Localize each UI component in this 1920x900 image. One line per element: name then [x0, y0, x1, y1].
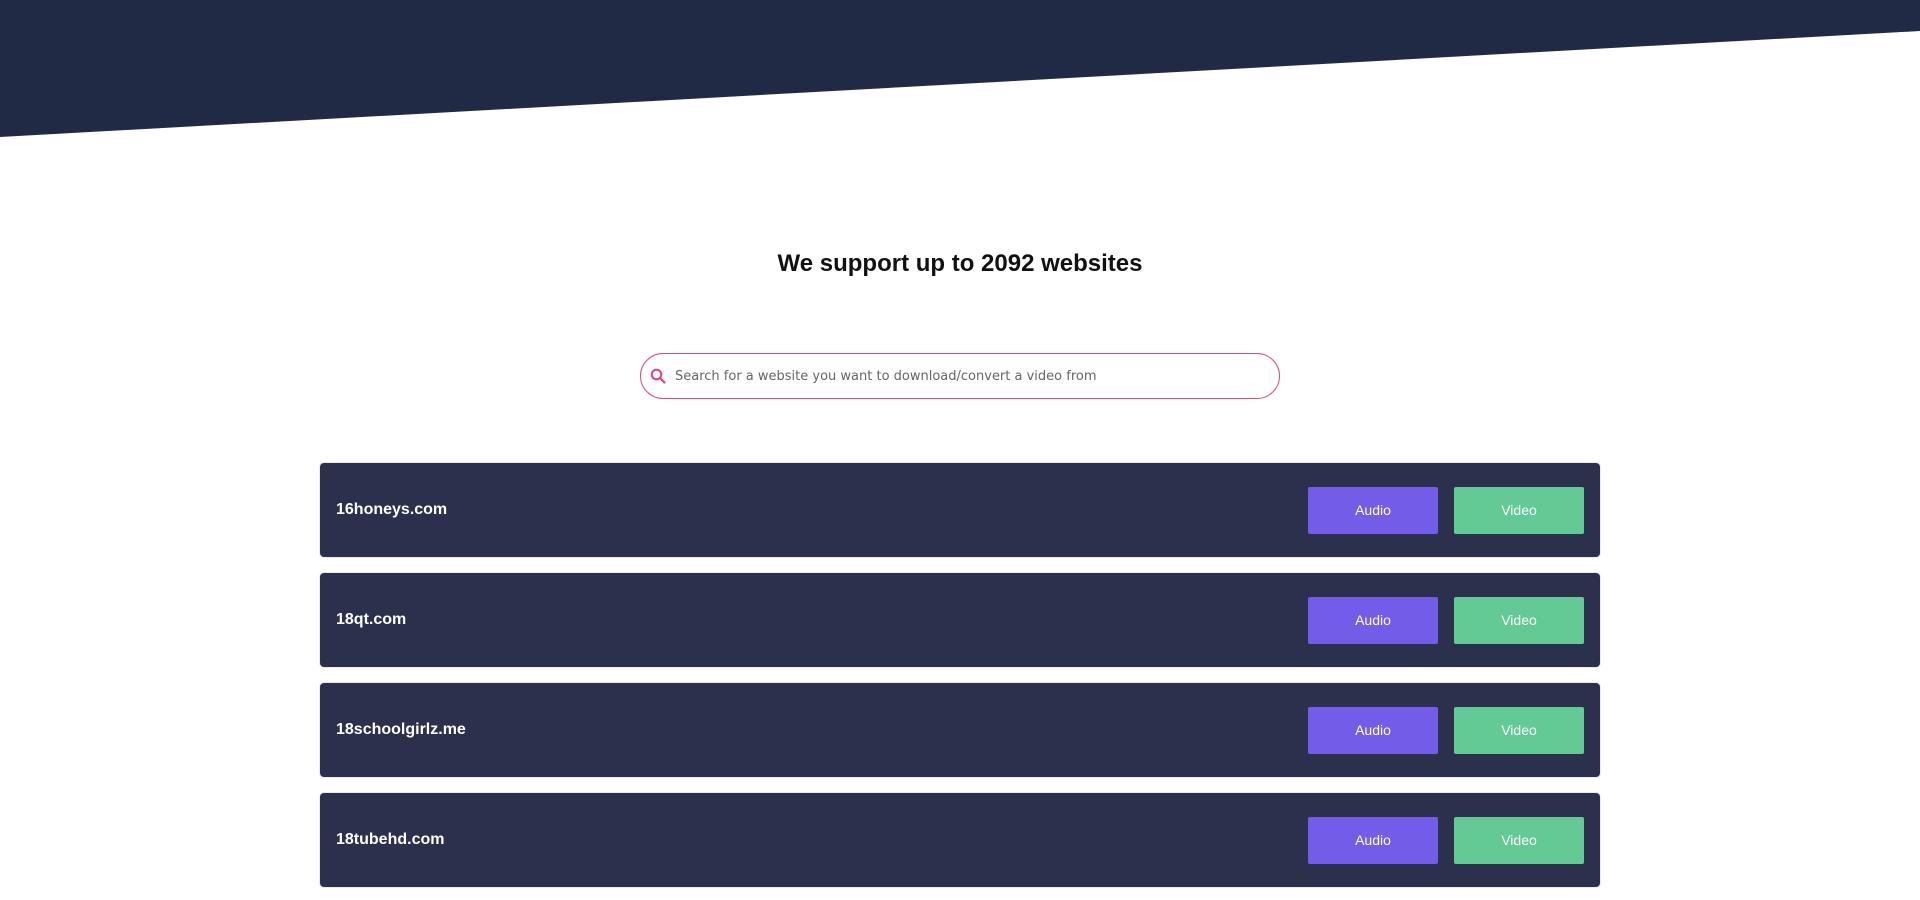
- site-name: 18schoolgirlz.me: [336, 721, 466, 738]
- banner-shape: [0, 0, 1920, 137]
- search-input[interactable]: [675, 368, 1265, 384]
- audio-button[interactable]: Audio: [1308, 486, 1438, 534]
- audio-button[interactable]: Audio: [1308, 816, 1438, 864]
- video-button[interactable]: Video: [1454, 596, 1584, 644]
- search-box[interactable]: [640, 353, 1280, 399]
- header-banner: [0, 0, 1920, 140]
- audio-button[interactable]: Audio: [1308, 596, 1438, 644]
- site-list: 16honeys.com Audio Video 18qt.com Audio …: [320, 463, 1600, 900]
- video-button[interactable]: Video: [1454, 486, 1584, 534]
- page: We support up to 2092 websites 16honeys.…: [0, 0, 1920, 900]
- search-icon: [650, 368, 666, 384]
- page-title: We support up to 2092 websites: [777, 250, 1143, 277]
- site-name: 18qt.com: [336, 611, 407, 628]
- list-item: 18qt.com Audio Video: [320, 573, 1600, 667]
- video-button[interactable]: Video: [1454, 816, 1584, 864]
- video-button[interactable]: Video: [1454, 706, 1584, 754]
- list-item: 18tubehd.com Audio Video: [320, 793, 1600, 887]
- list-item: 18schoolgirlz.me Audio Video: [320, 683, 1600, 777]
- audio-button[interactable]: Audio: [1308, 706, 1438, 754]
- list-item: 16honeys.com Audio Video: [320, 463, 1600, 557]
- site-name: 18tubehd.com: [336, 831, 445, 848]
- site-name: 16honeys.com: [336, 501, 448, 518]
